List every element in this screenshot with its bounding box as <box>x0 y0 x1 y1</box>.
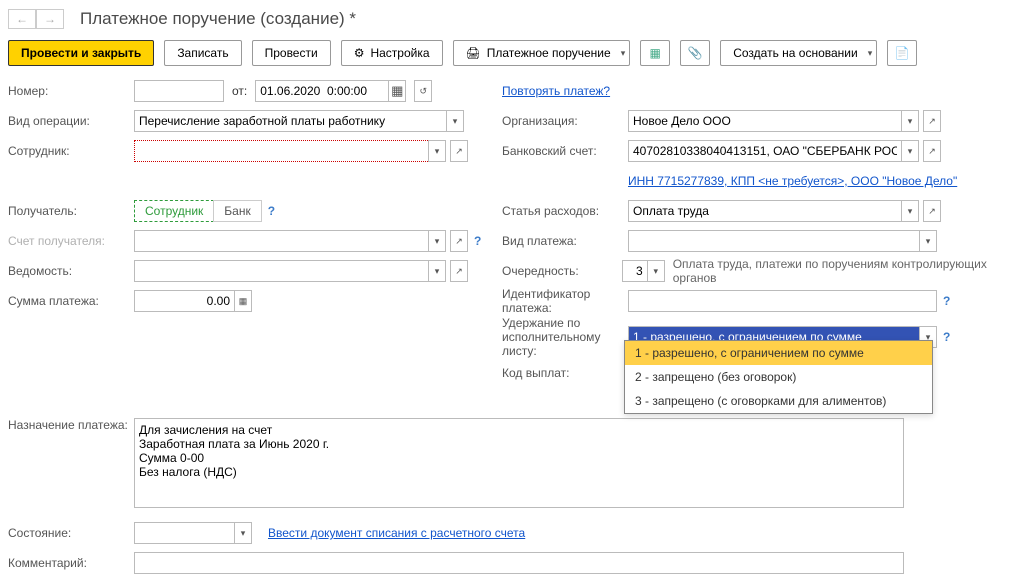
sum-calc[interactable]: ▦ <box>234 290 252 312</box>
comment-input[interactable] <box>134 552 904 574</box>
payee-acc-open: ↗ <box>450 230 468 252</box>
employee-dropdown[interactable]: ▾ <box>428 140 446 162</box>
withhold-option-2[interactable]: 2 - запрещено (без оговорок) <box>625 365 932 389</box>
bank-acc-dropdown[interactable]: ▾ <box>901 140 919 162</box>
from-label: от: <box>232 84 247 98</box>
print-label: Платежное поручение <box>487 46 611 60</box>
sheet-open[interactable]: ↗ <box>450 260 468 282</box>
calendar-button[interactable]: ▦ <box>388 80 406 102</box>
pay-id-label: Идентификатор платежа: <box>502 287 628 315</box>
sheet-dropdown[interactable]: ▾ <box>428 260 446 282</box>
bank-acc-open[interactable]: ↗ <box>923 140 941 162</box>
expense-input[interactable] <box>628 200 901 222</box>
inn-link[interactable]: ИНН 7715277839, КПП <не требуется>, ООО … <box>628 174 957 188</box>
gear-icon <box>354 46 365 60</box>
repeat-payment-link[interactable]: Повторять платеж? <box>502 84 610 98</box>
purpose-textarea[interactable] <box>134 418 904 508</box>
org-label: Организация: <box>502 114 628 128</box>
run-close-button[interactable]: Провести и закрыть <box>8 40 154 66</box>
page-title: Платежное поручение (создание) * <box>80 9 356 29</box>
run-button[interactable]: Провести <box>252 40 331 66</box>
sheet-label: Ведомость: <box>8 264 134 278</box>
priority-label: Очередность: <box>502 264 622 278</box>
create-based-button[interactable]: Создать на основании <box>720 40 877 66</box>
copy-button[interactable] <box>640 40 670 66</box>
payee-employee-toggle[interactable]: Сотрудник <box>134 200 214 222</box>
square-icon <box>650 46 661 60</box>
settings-button[interactable]: Настройка <box>341 40 443 66</box>
pay-id-help-icon[interactable]: ? <box>943 294 950 308</box>
attach-button[interactable] <box>680 40 710 66</box>
state-link[interactable]: Ввести документ списания с расчетного сч… <box>268 526 525 540</box>
state-label: Состояние: <box>8 526 134 540</box>
op-type-dropdown[interactable]: ▾ <box>446 110 464 132</box>
payee-bank-toggle[interactable]: Банк <box>213 200 261 222</box>
state-input[interactable] <box>134 522 234 544</box>
payee-acc-input <box>134 230 428 252</box>
pay-id-input[interactable] <box>628 290 937 312</box>
nav-forward-button[interactable]: → <box>36 9 64 29</box>
payee-help-icon[interactable]: ? <box>268 204 275 218</box>
payout-code-label: Код выплат: <box>502 366 628 380</box>
employee-open[interactable]: ↗ <box>450 140 468 162</box>
payee-label: Получатель: <box>8 204 134 218</box>
op-type-label: Вид операции: <box>8 114 134 128</box>
settings-label: Настройка <box>370 46 429 60</box>
calendar-icon: ▦ <box>391 83 403 99</box>
pay-type-label: Вид платежа: <box>502 234 628 248</box>
withhold-option-3[interactable]: 3 - запрещено (с оговорками для алименто… <box>625 389 932 413</box>
create-based-label: Создать на основании <box>733 46 858 60</box>
withhold-label: Удержание по исполнительному листу: <box>502 316 628 358</box>
attach-icon <box>688 46 703 60</box>
clear-date-button[interactable]: ↺ <box>414 80 432 102</box>
withhold-dropdown-list[interactable]: 1 - разрешено, с ограничением по сумме 2… <box>624 340 933 414</box>
print-button[interactable]: Платежное поручение <box>453 40 631 66</box>
withhold-option-1[interactable]: 1 - разрешено, с ограничением по сумме <box>625 341 932 365</box>
purpose-label: Назначение платежа: <box>8 418 134 432</box>
doc-button[interactable] <box>887 40 917 66</box>
pay-type-input[interactable] <box>628 230 919 252</box>
payee-acc-dropdown: ▾ <box>428 230 446 252</box>
bank-acc-input[interactable] <box>628 140 901 162</box>
number-label: Номер: <box>8 84 134 98</box>
sum-label: Сумма платежа: <box>8 294 134 308</box>
save-button[interactable]: Записать <box>164 40 241 66</box>
expense-open[interactable]: ↗ <box>923 200 941 222</box>
op-type-input[interactable] <box>134 110 446 132</box>
priority-text: Оплата труда, платежи по поручениям конт… <box>673 257 1016 285</box>
doc-icon <box>895 46 910 60</box>
employee-label: Сотрудник: <box>8 144 134 158</box>
org-dropdown[interactable]: ▾ <box>901 110 919 132</box>
org-input[interactable] <box>628 110 901 132</box>
pay-type-dropdown[interactable]: ▾ <box>919 230 937 252</box>
nav-back-button[interactable]: ← <box>8 9 36 29</box>
withhold-help-icon[interactable]: ? <box>943 330 950 344</box>
number-input[interactable] <box>134 80 224 102</box>
sheet-input[interactable] <box>134 260 428 282</box>
payee-acc-help-icon[interactable]: ? <box>474 234 481 248</box>
expense-label: Статья расходов: <box>502 204 628 218</box>
date-input[interactable] <box>255 80 388 102</box>
employee-input[interactable] <box>134 140 428 162</box>
bank-acc-label: Банковский счет: <box>502 144 628 158</box>
payee-acc-label: Счет получателя: <box>8 234 134 248</box>
sum-input[interactable] <box>134 290 234 312</box>
priority-dropdown[interactable]: ▾ <box>647 260 665 282</box>
expense-dropdown[interactable]: ▾ <box>901 200 919 222</box>
priority-input[interactable] <box>622 260 647 282</box>
printer-icon <box>466 46 481 60</box>
comment-label: Комментарий: <box>8 556 134 570</box>
state-dropdown[interactable]: ▾ <box>234 522 252 544</box>
org-open[interactable]: ↗ <box>923 110 941 132</box>
